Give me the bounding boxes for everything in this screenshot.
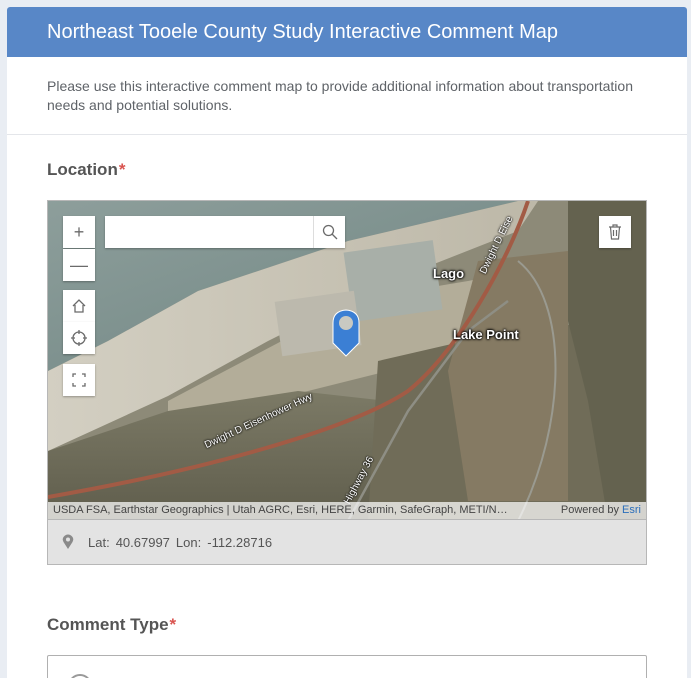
lon-label: Lon: xyxy=(175,534,202,550)
location-label: Location* xyxy=(47,160,647,180)
zoom-in-button[interactable]: + xyxy=(63,216,95,248)
map-search-input[interactable] xyxy=(105,216,345,248)
home-icon xyxy=(72,299,86,313)
form-card: Northeast Tooele County Study Interactiv… xyxy=(7,7,687,678)
form-intro: Please use this interactive comment map … xyxy=(7,57,687,135)
search-icon xyxy=(322,224,337,240)
lat-value: 40.67997 xyxy=(115,534,170,550)
comment-type-select[interactable] xyxy=(47,655,647,678)
home-button[interactable] xyxy=(63,290,95,322)
map-attribution: USDA FSA, Earthstar Geographics | Utah A… xyxy=(48,502,646,519)
powered-by: Powered by Esri xyxy=(560,504,641,516)
zoom-out-button[interactable]: — xyxy=(63,249,95,281)
required-mark: * xyxy=(169,615,177,634)
fullscreen-icon xyxy=(72,373,86,387)
required-mark: * xyxy=(118,160,126,179)
map-search-button[interactable] xyxy=(313,216,345,248)
locate-icon xyxy=(71,330,87,346)
trash-icon xyxy=(609,224,621,240)
locate-button[interactable] xyxy=(63,322,95,354)
location-marker-icon xyxy=(62,534,74,549)
place-label-lake-point: Lake Point xyxy=(453,327,519,342)
form-title: Northeast Tooele County Study Interactiv… xyxy=(47,21,558,43)
delete-pin-button[interactable] xyxy=(599,216,631,248)
fullscreen-button[interactable] xyxy=(63,364,95,396)
place-label-lago: Lago xyxy=(433,266,465,281)
comment-type-label: Comment Type* xyxy=(47,615,647,635)
satellite-imagery xyxy=(48,201,646,519)
location-label-text: Location* xyxy=(47,160,126,179)
comment-type-label-text: Comment Type* xyxy=(47,615,177,634)
map-pin-icon[interactable] xyxy=(332,309,360,357)
esri-link[interactable]: Esri xyxy=(622,504,641,516)
zoom-in-icon: + xyxy=(73,221,85,242)
intro-text: Please use this interactive comment map … xyxy=(47,78,633,113)
zoom-out-icon: — xyxy=(70,254,88,275)
radio-option-icon[interactable] xyxy=(66,672,94,678)
attribution-text: USDA FSA, Earthstar Geographics | Utah A… xyxy=(53,504,508,516)
lon-value: -112.28716 xyxy=(207,534,273,550)
coordinates-bar: Lat: 40.67997 Lon: -112.28716 xyxy=(47,520,647,565)
location-map[interactable]: + — Lago Lake Point Dwight D Eisenhower … xyxy=(47,200,647,520)
form-header: Northeast Tooele County Study Interactiv… xyxy=(7,7,687,57)
lat-label: Lat: xyxy=(88,534,110,550)
